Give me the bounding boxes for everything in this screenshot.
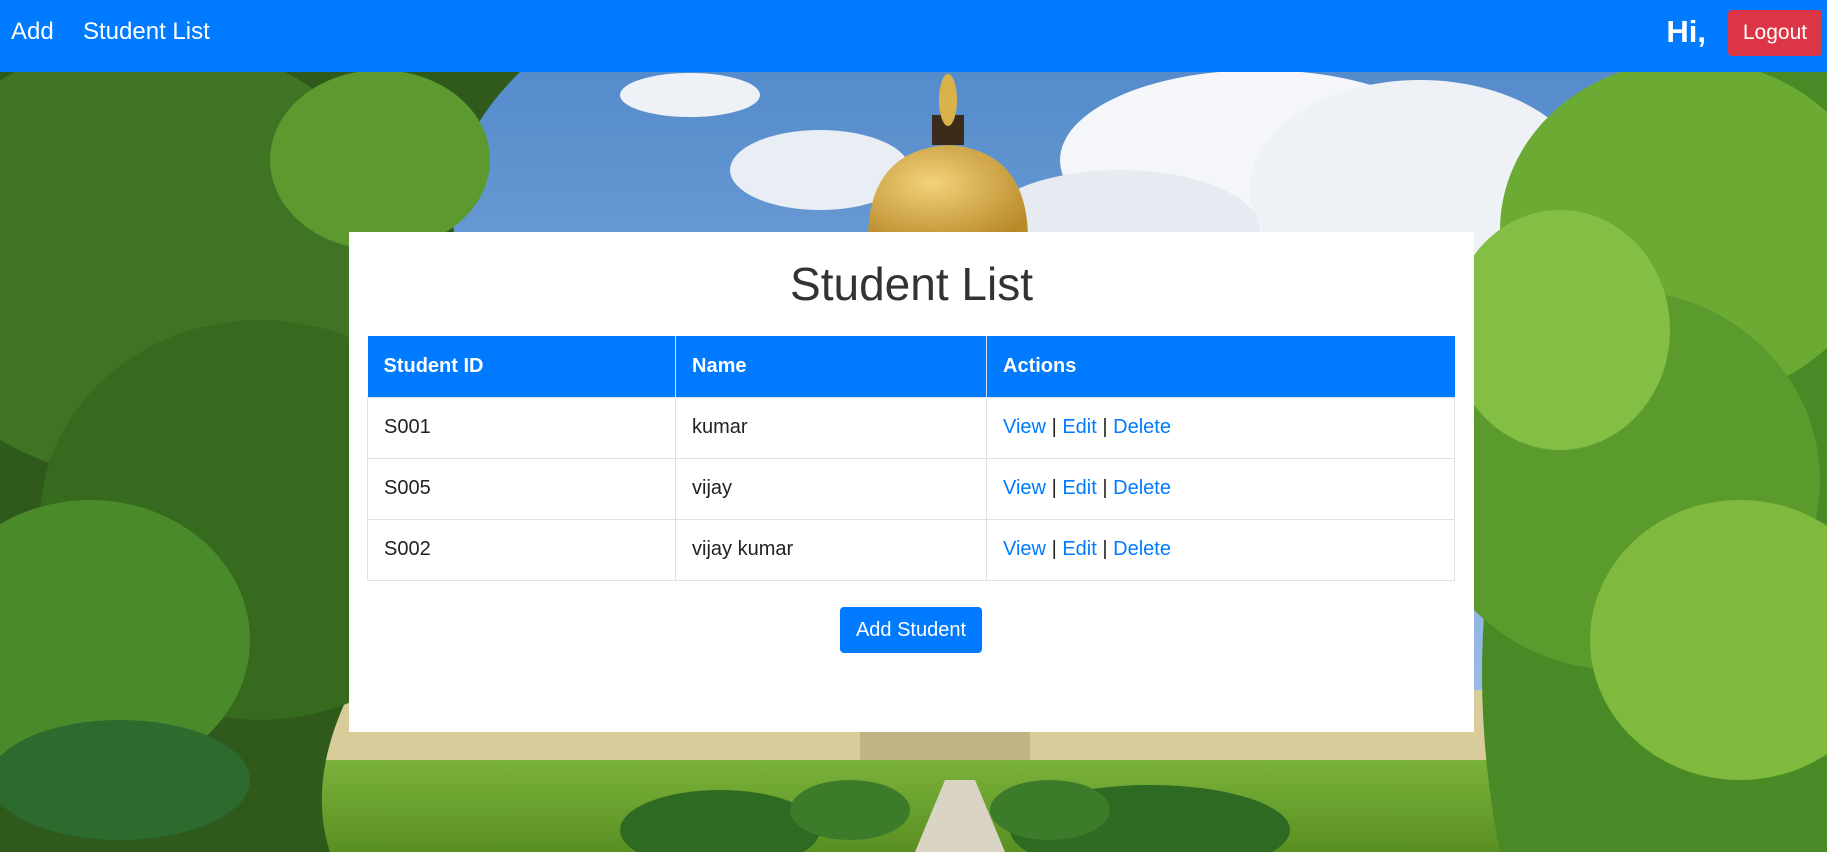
nav-add-link[interactable]: Add [11,18,54,46]
column-header-student-id: Student ID [367,336,676,397]
edit-link[interactable]: Edit [1062,416,1096,438]
student-id-cell: S001 [367,396,676,459]
column-header-actions: Actions [986,336,1455,397]
action-separator: | [1102,416,1108,438]
student-list-card: Student List Student ID Name Actions S00… [349,232,1474,732]
actions-cell: View | Edit | Delete [986,457,1455,520]
table-header-row: Student ID Name Actions [367,336,1455,397]
actions-cell: View | Edit | Delete [986,396,1455,459]
view-link[interactable]: View [1003,416,1046,438]
table-row: S001 kumar View | Edit | Delete [367,396,1455,459]
view-link[interactable]: View [1003,477,1046,499]
student-name-cell: kumar [675,396,987,459]
delete-link[interactable]: Delete [1113,538,1171,560]
logout-button[interactable]: Logout [1728,10,1822,56]
student-id-cell: S002 [367,518,676,581]
actions-cell: View | Edit | Delete [986,518,1455,581]
add-student-button[interactable]: Add Student [840,607,982,653]
student-name-cell: vijay [675,457,987,520]
student-table: Student ID Name Actions S001 kumar View … [367,336,1455,581]
action-separator: | [1051,538,1057,560]
table-row: S005 vijay View | Edit | Delete [367,457,1455,520]
edit-link[interactable]: Edit [1062,538,1096,560]
top-navbar: Add Student List Hi, Logout [0,0,1827,72]
column-header-name: Name [675,336,987,397]
action-separator: | [1102,477,1108,499]
page-title: Student List [790,258,1033,310]
nav-student-list-link[interactable]: Student List [83,18,210,46]
action-separator: | [1102,538,1108,560]
delete-link[interactable]: Delete [1113,416,1171,438]
table-row: S002 vijay kumar View | Edit | Delete [367,518,1455,581]
student-name-cell: vijay kumar [675,518,987,581]
user-greeting: Hi, [1666,14,1706,49]
view-link[interactable]: View [1003,538,1046,560]
delete-link[interactable]: Delete [1113,477,1171,499]
student-id-cell: S005 [367,457,676,520]
action-separator: | [1051,477,1057,499]
action-separator: | [1051,416,1057,438]
edit-link[interactable]: Edit [1062,477,1096,499]
